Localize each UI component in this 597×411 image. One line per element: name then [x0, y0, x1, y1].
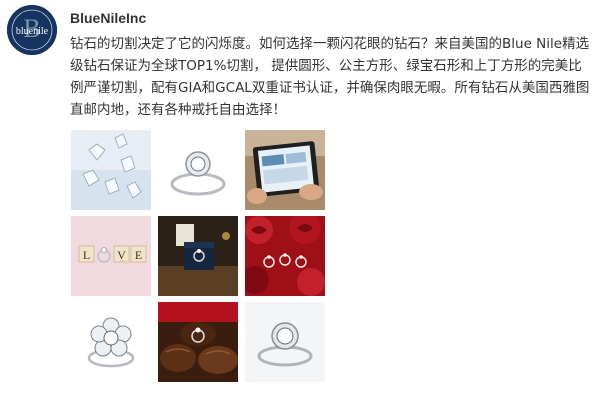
bluenile-logo: B bluenile — [7, 5, 57, 55]
photo-halo-ring[interactable] — [158, 130, 238, 210]
photo-loose-diamonds[interactable] — [71, 130, 151, 210]
tile-letter: V — [117, 248, 126, 262]
post-text: 钻石的切割决定了它的闪烁度。如何选择一颗闪花眼的钻石？来自美国的Blue Nil… — [70, 36, 590, 118]
photo-chocolate-ring[interactable] — [158, 302, 238, 382]
photo-halo-ring-2[interactable] — [245, 302, 325, 382]
avatar[interactable]: B bluenile — [7, 5, 57, 55]
username[interactable]: BlueNileInc — [70, 10, 146, 26]
photo-grid: L V E — [71, 130, 326, 382]
tile-letter: E — [135, 248, 142, 262]
avatar-logo-text: bluenile — [16, 26, 49, 37]
photo-ring-box[interactable] — [158, 216, 238, 296]
photo-flower-ring[interactable] — [71, 302, 151, 382]
photo-tablet[interactable] — [245, 130, 325, 210]
tile-letter: L — [83, 248, 90, 262]
photo-rings-roses[interactable] — [245, 216, 325, 296]
photo-love-tiles[interactable]: L V E — [71, 216, 151, 296]
